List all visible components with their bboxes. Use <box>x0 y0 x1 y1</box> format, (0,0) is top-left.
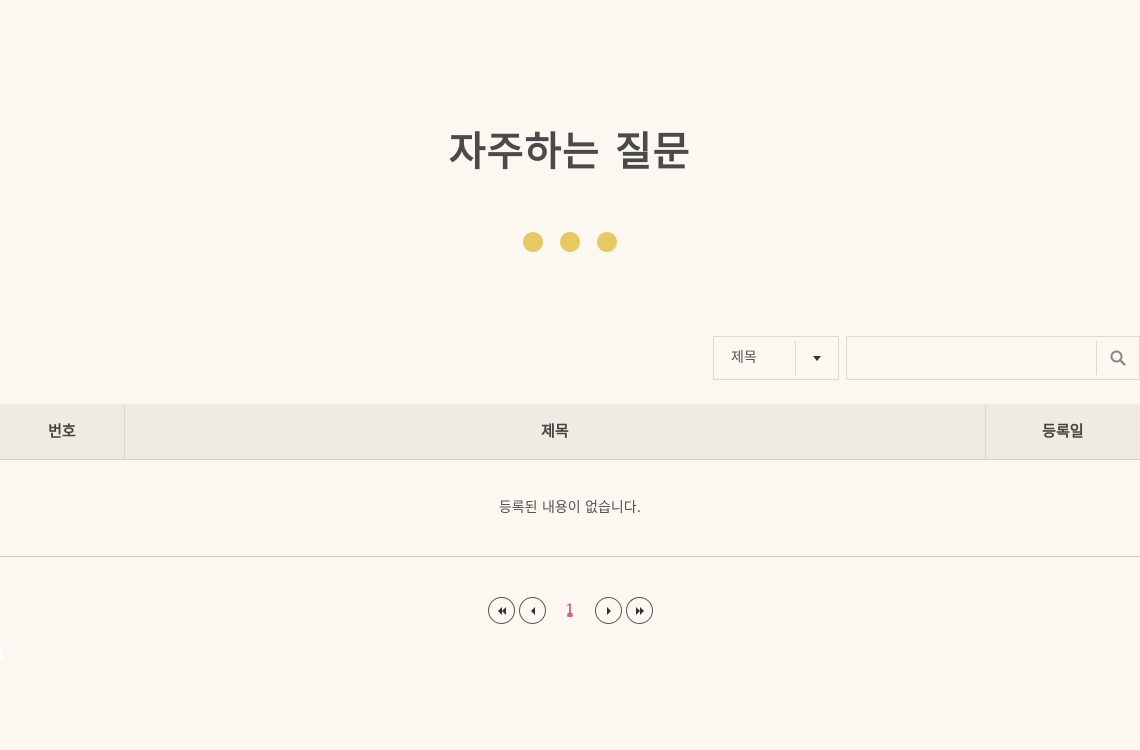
prev-page-button[interactable] <box>519 597 546 624</box>
empty-message: 등록된 내용이 없습니다. <box>0 460 1140 557</box>
last-page-button[interactable] <box>626 597 653 624</box>
search-type-select[interactable]: 제목 <box>713 336 839 380</box>
search-input-wrap <box>846 336 1140 380</box>
prev-page-icon <box>530 606 535 615</box>
search-bar: 제목 <box>713 336 1140 380</box>
last-page-icon <box>635 606 644 615</box>
decoration-dot <box>523 232 543 252</box>
header-title: 제목 <box>125 404 986 459</box>
select-divider <box>795 341 796 375</box>
next-page-button[interactable] <box>595 597 622 624</box>
decoration-dot <box>597 232 617 252</box>
edge-mark <box>0 649 3 661</box>
current-page-indicator <box>567 614 573 617</box>
caret-down-icon <box>813 356 821 361</box>
search-icon <box>1110 350 1126 366</box>
board-table: 번호 제목 등록일 등록된 내용이 없습니다. <box>0 404 1140 557</box>
page-title: 자주하는 질문 <box>449 129 691 175</box>
pagination: 1 <box>0 597 1140 625</box>
header-number: 번호 <box>0 404 125 459</box>
header-date: 등록일 <box>1042 422 1084 440</box>
first-page-icon <box>497 606 506 615</box>
table-header: 번호 제목 등록일 <box>0 404 1140 460</box>
first-page-button[interactable] <box>488 597 515 624</box>
search-type-label: 제목 <box>731 350 757 366</box>
search-input[interactable] <box>847 337 1087 379</box>
next-page-icon <box>606 606 611 615</box>
decoration-dot <box>560 232 580 252</box>
search-button[interactable] <box>1097 337 1139 379</box>
title-decoration <box>0 232 1140 252</box>
page-number-current[interactable]: 1 <box>563 599 577 621</box>
